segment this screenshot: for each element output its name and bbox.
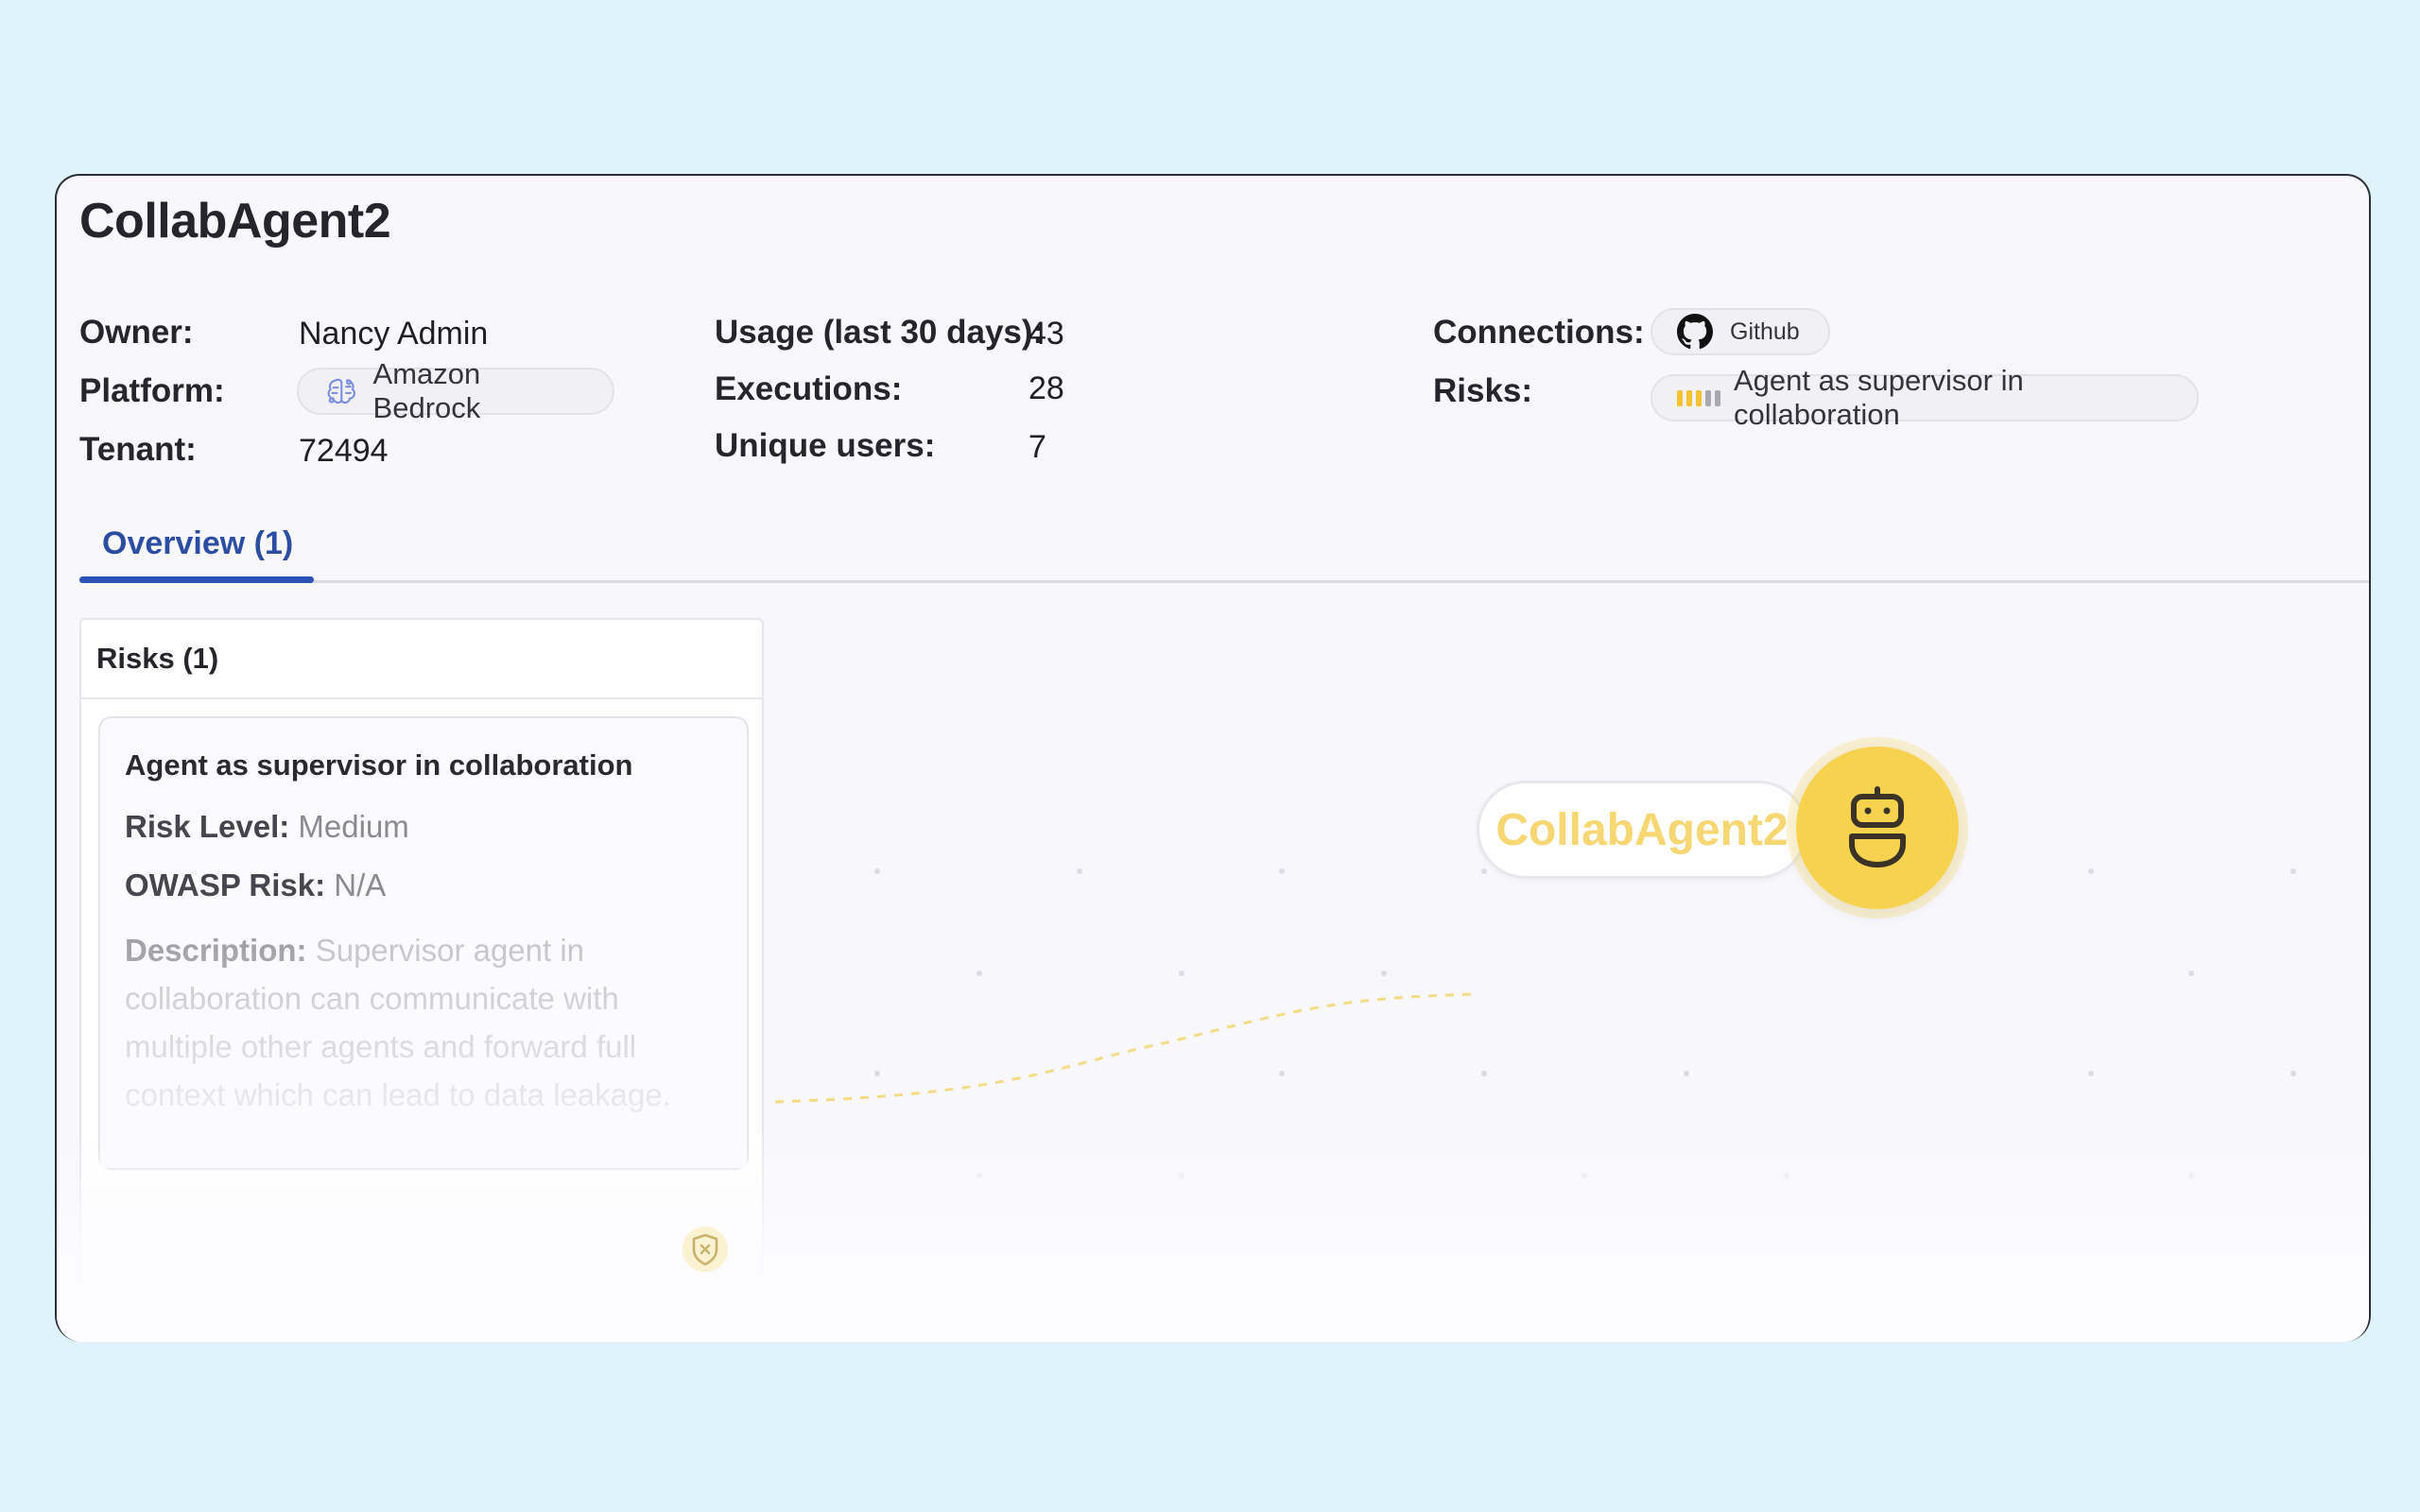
platform-label: Platform: [79, 372, 225, 409]
risk-card[interactable]: Agent as supervisor in collaboration Ris… [98, 716, 749, 1170]
risk-description: Description: Supervisor agent in collabo… [125, 926, 722, 1119]
agent-detail-panel: CollabAgent2 Owner: Nancy Admin Platform… [55, 174, 2371, 1342]
app-frame: CollabAgent2 Owner: Nancy Admin Platform… [0, 0, 2420, 1512]
risks-panel-title: Risks (1) [81, 620, 762, 699]
risk-level-row: Risk Level: Medium [125, 809, 722, 845]
tab-active-indicator [79, 576, 314, 583]
connections-label: Connections: [1433, 314, 1645, 351]
page-title: CollabAgent2 [79, 194, 391, 249]
platform-value: Amazon Bedrock [372, 357, 481, 424]
risk-level-value: Medium [298, 809, 409, 844]
tab-divider [79, 580, 2369, 583]
risk-level-bars [1677, 389, 1720, 406]
usage-value: 43 [1028, 316, 1064, 352]
owasp-label: OWASP Risk: [125, 868, 326, 902]
robot-icon [1849, 786, 1906, 868]
unique-users-label: Unique users: [715, 427, 936, 464]
github-icon [1677, 314, 1713, 350]
graph-node-label[interactable]: CollabAgent2 [1477, 781, 1807, 879]
risk-level-label: Risk Level: [125, 809, 290, 844]
risks-panel: Risks (1) Agent as supervisor in collabo… [79, 618, 764, 1298]
shield-x-icon[interactable] [681, 1225, 730, 1274]
owner-label: Owner: [79, 314, 194, 351]
tenant-label: Tenant: [79, 431, 197, 468]
graph-node-agent[interactable] [1796, 747, 1959, 909]
owasp-row: OWASP Risk: N/A [125, 868, 722, 903]
tenant-value: 72494 [299, 433, 389, 469]
risk-chip-label: Agent as supervisor in collaboration [1734, 364, 2024, 431]
risk-chip[interactable]: Agent as supervisor in collaboration [1651, 364, 2199, 431]
bedrock-icon [327, 378, 355, 404]
executions-value: 28 [1028, 370, 1064, 406]
graph-canvas [775, 868, 2296, 1178]
executions-label: Executions: [715, 370, 903, 407]
connection-chip-github[interactable]: Github [1651, 308, 1830, 355]
risks-label: Risks: [1433, 372, 1533, 409]
description-label: Description: [125, 933, 307, 968]
unique-users-value: 7 [1028, 429, 1046, 465]
owasp-value: N/A [334, 868, 387, 902]
graph-edge [775, 992, 1478, 1104]
tab-overview[interactable]: Overview (1) [102, 525, 293, 562]
owner-value: Nancy Admin [299, 316, 489, 352]
usage-label: Usage (last 30 days): [715, 314, 1045, 351]
platform-chip[interactable]: Amazon Bedrock [297, 357, 614, 424]
connection-label-github: Github [1730, 318, 1800, 345]
risk-card-title: Agent as supervisor in collaboration [125, 748, 633, 782]
